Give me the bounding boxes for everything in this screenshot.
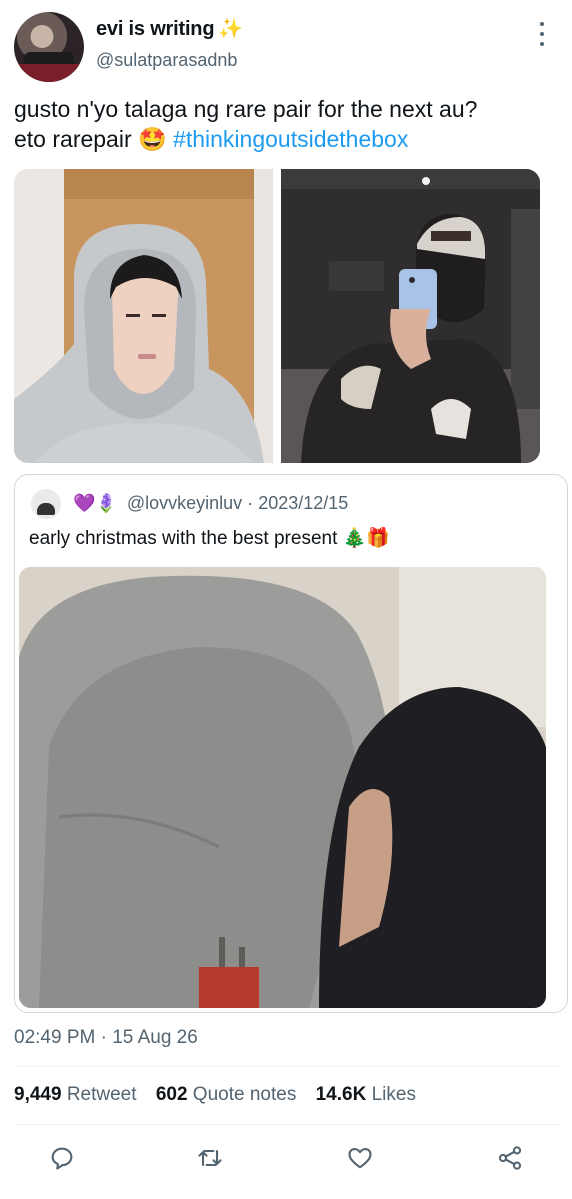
tweet-line-2-text: eto rarepair (14, 126, 132, 152)
more-dot (540, 32, 544, 36)
action-bar (0, 1138, 572, 1178)
quoted-tweet[interactable]: 💜🪻 @lovvkeyinluv · 2023/12/15 early chri… (14, 474, 568, 1013)
retweet-icon[interactable] (194, 1142, 226, 1174)
retweet-label: Retweet (66, 1084, 137, 1105)
more-options-icon[interactable] (534, 22, 550, 46)
quoted-emojis: 💜🪻 (73, 493, 118, 513)
quoted-handle[interactable]: @lovvkeyinluv (127, 493, 242, 513)
quote-stat[interactable]: 602 Quote notes (156, 1084, 297, 1105)
starstruck-emoji: 🤩 (138, 126, 167, 152)
tweet-text: gusto n'yo talaga ng rare pair for the n… (14, 94, 559, 154)
quoted-text-emojis: 🎄🎁 (342, 528, 390, 549)
quoted-separator: · (247, 493, 254, 513)
quoted-date: 2023/12/15 (258, 493, 349, 513)
author-display-name[interactable]: evi is writing ✨ (96, 16, 243, 41)
sparkle-emoji: ✨ (218, 18, 244, 40)
author-handle[interactable]: @sulatparasadnb (96, 50, 237, 71)
more-dot (540, 22, 544, 26)
quoted-meta: 💜🪻 @lovvkeyinluv · 2023/12/15 (73, 493, 348, 514)
avatar-scarf-detail (16, 64, 82, 82)
retweet-stat[interactable]: 9,449 Retweet (14, 1084, 137, 1105)
quote-label: Quote notes (192, 1084, 297, 1105)
tweet-photo-1[interactable] (14, 169, 273, 463)
likes-count: 14.6K (315, 1084, 367, 1105)
retweet-count: 9,449 (14, 1084, 62, 1105)
quoted-avatar[interactable] (31, 489, 61, 519)
likes-stat[interactable]: 14.6K Likes (316, 1084, 416, 1105)
divider (14, 1066, 559, 1067)
quoted-text: early christmas with the best present 🎄🎁 (29, 526, 390, 550)
share-icon[interactable] (494, 1142, 526, 1174)
tweet-line-2: eto rarepair 🤩 #thinkingoutsidethebox (14, 124, 559, 154)
author-avatar[interactable] (14, 12, 84, 82)
quoted-text-body: early christmas with the best present (29, 528, 338, 549)
tweet-line-1: gusto n'yo talaga ng rare pair for the n… (14, 96, 478, 122)
quote-count: 602 (155, 1084, 188, 1105)
hashtag-link[interactable]: #thinkingoutsidethebox (173, 126, 408, 152)
quoted-photo[interactable] (19, 567, 546, 1008)
tweet-stats: 9,449 Retweet 602 Quote notes 14.6K Like… (14, 1084, 416, 1106)
display-name-text: evi is writing (96, 18, 215, 40)
quoted-avatar-detail (37, 503, 55, 515)
reply-icon[interactable] (46, 1142, 78, 1174)
quoted-photo-image (19, 567, 546, 1008)
divider (14, 1124, 559, 1125)
tweet-photo-2[interactable] (281, 169, 540, 463)
likes-label: Likes (371, 1084, 416, 1105)
tweet-timestamp[interactable]: 02:49 PM · 15 Aug 26 (14, 1027, 198, 1049)
photo-1-image (14, 169, 273, 463)
heart-icon[interactable] (344, 1142, 376, 1174)
photo-2-image (281, 169, 540, 463)
more-dot (540, 42, 544, 46)
